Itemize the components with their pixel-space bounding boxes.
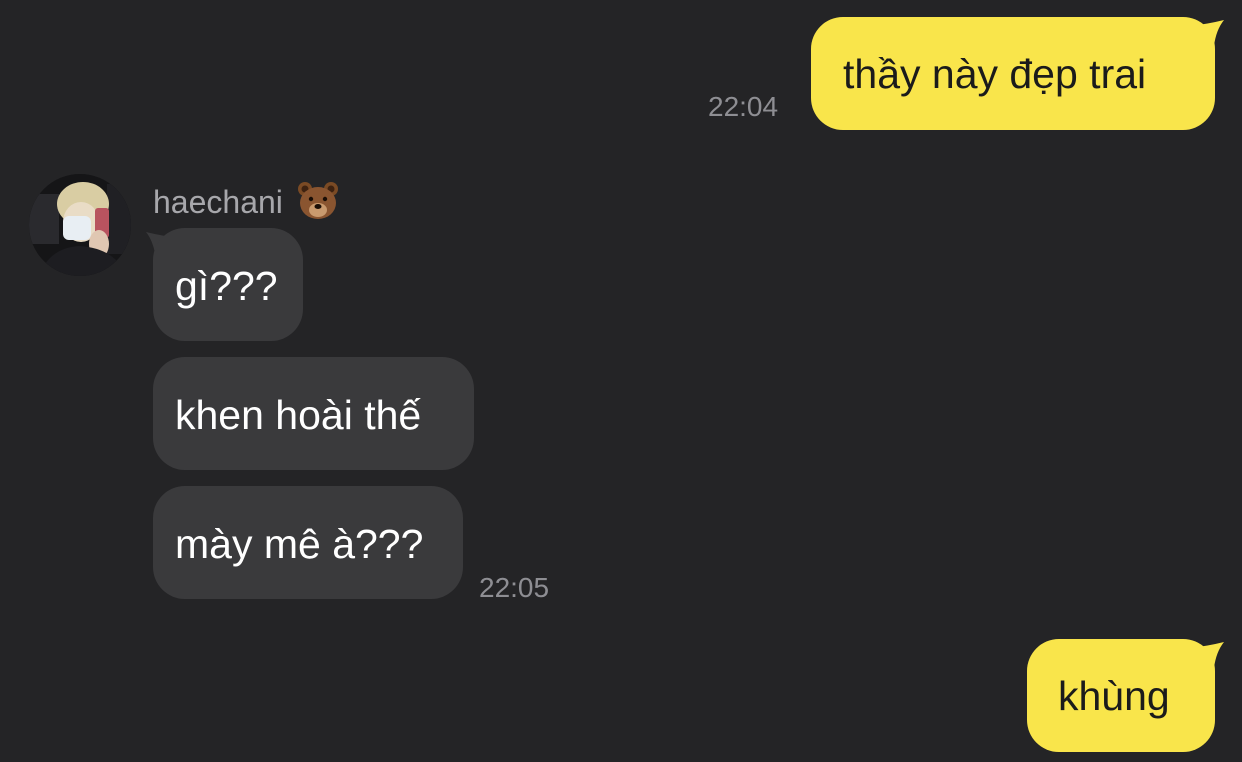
- message-timestamp: 22:04: [708, 91, 779, 122]
- chat-area: 22:04 thầy này đẹp trai haechani gì??? k…: [0, 0, 1242, 762]
- outgoing-message[interactable]: khùng: [1027, 639, 1215, 752]
- incoming-message[interactable]: gì???: [153, 228, 303, 341]
- incoming-message[interactable]: khen hoài thế: [153, 357, 474, 470]
- avatar[interactable]: [29, 174, 131, 276]
- sender-name-text: haechani: [153, 184, 283, 220]
- outgoing-message[interactable]: thầy này đẹp trai: [811, 17, 1215, 130]
- incoming-message[interactable]: mày mê à???: [153, 486, 463, 599]
- message-timestamp: 22:05: [479, 572, 550, 603]
- sender-name: haechani: [153, 181, 339, 221]
- bear-face-icon: [297, 182, 338, 219]
